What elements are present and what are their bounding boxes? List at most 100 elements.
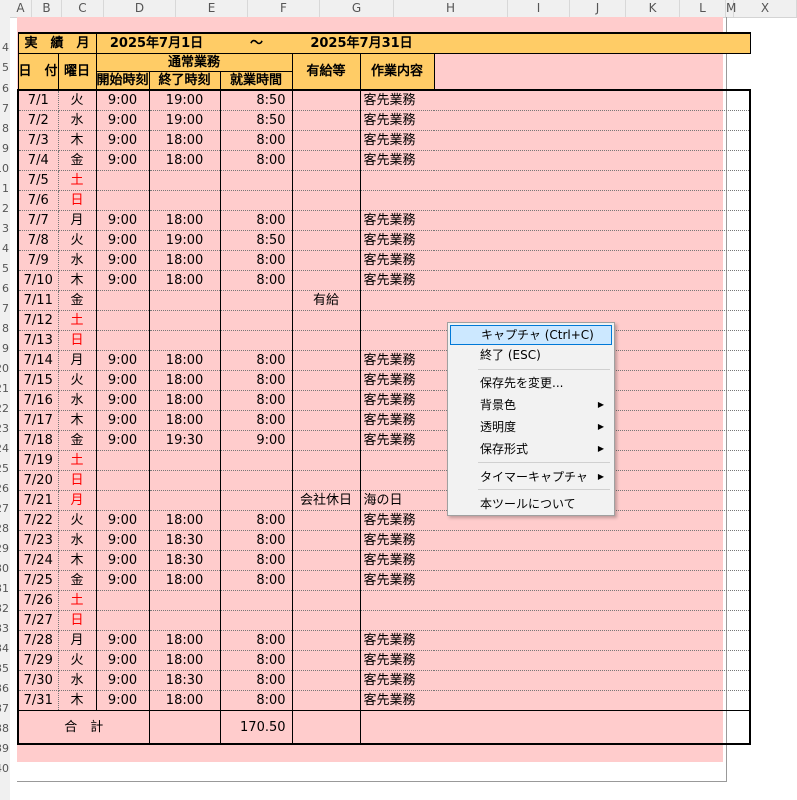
weekday-cell[interactable]: 金 bbox=[57, 290, 97, 311]
date-cell[interactable]: 7/8 bbox=[16, 230, 59, 251]
date-cell[interactable]: 7/24 bbox=[16, 550, 59, 571]
row-header[interactable]: 22 bbox=[0, 403, 9, 415]
total-start-cell[interactable] bbox=[148, 710, 221, 745]
end-time-cell[interactable] bbox=[148, 610, 221, 631]
weekday-cell[interactable]: 木 bbox=[57, 130, 97, 151]
leave-cell[interactable] bbox=[291, 310, 361, 331]
row-header[interactable]: 5 bbox=[2, 62, 9, 74]
end-time-cell[interactable] bbox=[148, 190, 221, 211]
work-hours-cell[interactable]: 8:00 bbox=[219, 530, 293, 551]
date-cell[interactable]: 7/28 bbox=[16, 630, 59, 651]
work-hours-cell[interactable]: 8:50 bbox=[219, 110, 293, 131]
row-header[interactable]: 34 bbox=[0, 643, 9, 655]
weekday-cell[interactable]: 日 bbox=[57, 610, 97, 631]
weekday-cell[interactable]: 水 bbox=[57, 390, 97, 411]
date-cell[interactable]: 7/10 bbox=[16, 270, 59, 291]
column-header[interactable]: L bbox=[680, 0, 726, 17]
row-header[interactable]: 31 bbox=[0, 583, 9, 595]
column-header[interactable]: H bbox=[394, 0, 508, 17]
end-time-cell[interactable]: 18:00 bbox=[148, 270, 221, 291]
end-time-cell[interactable]: 18:00 bbox=[148, 130, 221, 151]
total-work-cell[interactable] bbox=[359, 710, 752, 745]
work-content-cell[interactable]: 客先業務 bbox=[359, 690, 752, 711]
work-hours-cell[interactable] bbox=[219, 610, 293, 631]
row-header[interactable]: 9 bbox=[2, 343, 9, 355]
leave-cell[interactable] bbox=[291, 170, 361, 191]
row-header[interactable]: 3 bbox=[2, 223, 9, 235]
row-header[interactable]: 8 bbox=[2, 323, 9, 335]
work-hours-cell[interactable]: 8:00 bbox=[219, 210, 293, 231]
weekday-cell[interactable]: 木 bbox=[57, 690, 97, 711]
weekday-cell[interactable]: 月 bbox=[57, 210, 97, 231]
end-time-cell[interactable]: 18:30 bbox=[148, 530, 221, 551]
date-cell[interactable]: 7/25 bbox=[16, 570, 59, 591]
row-header[interactable]: 29 bbox=[0, 543, 9, 555]
work-hours-cell[interactable] bbox=[219, 590, 293, 611]
menu-item-timer-capture[interactable]: タイマーキャプチャ ▶ bbox=[450, 467, 612, 487]
start-time-cell[interactable] bbox=[95, 170, 150, 191]
date-cell[interactable]: 7/4 bbox=[16, 150, 59, 171]
row-header[interactable]: 21 bbox=[0, 383, 9, 395]
work-content-cell[interactable]: 客先業務 bbox=[359, 230, 752, 251]
end-time-cell[interactable]: 19:00 bbox=[148, 230, 221, 251]
start-time-cell[interactable]: 9:00 bbox=[95, 210, 150, 231]
row-header[interactable]: 2 bbox=[2, 203, 9, 215]
date-cell[interactable]: 7/15 bbox=[16, 370, 59, 391]
menu-item-about[interactable]: 本ツールについて bbox=[450, 494, 612, 514]
leave-cell[interactable] bbox=[291, 250, 361, 271]
leave-cell[interactable] bbox=[291, 190, 361, 211]
start-time-cell[interactable] bbox=[95, 490, 150, 511]
date-cell[interactable]: 7/9 bbox=[16, 250, 59, 271]
leave-cell[interactable] bbox=[291, 150, 361, 171]
leave-cell[interactable] bbox=[291, 570, 361, 591]
total-leave-cell[interactable] bbox=[291, 710, 361, 745]
work-content-cell[interactable]: 客先業務 bbox=[359, 570, 752, 591]
start-time-cell[interactable]: 9:00 bbox=[95, 510, 150, 531]
end-time-cell[interactable] bbox=[148, 450, 221, 471]
column-header[interactable]: D bbox=[104, 0, 176, 17]
weekday-cell[interactable]: 金 bbox=[57, 430, 97, 451]
date-cell[interactable]: 7/23 bbox=[16, 530, 59, 551]
start-time-cell[interactable]: 9:00 bbox=[95, 690, 150, 711]
end-time-cell[interactable]: 18:00 bbox=[148, 630, 221, 651]
end-time-cell[interactable]: 18:00 bbox=[148, 650, 221, 671]
row-header[interactable]: 32 bbox=[0, 603, 9, 615]
start-time-cell[interactable]: 9:00 bbox=[95, 390, 150, 411]
column-header[interactable]: F bbox=[248, 0, 320, 17]
date-cell[interactable]: 7/16 bbox=[16, 390, 59, 411]
weekday-cell[interactable]: 土 bbox=[57, 170, 97, 191]
row-header[interactable]: 5 bbox=[2, 263, 9, 275]
date-cell[interactable]: 7/1 bbox=[16, 89, 59, 111]
date-cell[interactable]: 7/18 bbox=[16, 430, 59, 451]
leave-cell[interactable] bbox=[291, 650, 361, 671]
work-content-cell[interactable]: 客先業務 bbox=[359, 650, 752, 671]
weekday-cell[interactable]: 土 bbox=[57, 590, 97, 611]
row-header[interactable]: 4 bbox=[2, 243, 9, 255]
date-cell[interactable]: 7/3 bbox=[16, 130, 59, 151]
start-time-cell[interactable] bbox=[95, 470, 150, 491]
row-header[interactable]: 25 bbox=[0, 463, 9, 475]
row-header[interactable]: 37 bbox=[0, 703, 9, 715]
end-time-cell[interactable] bbox=[148, 590, 221, 611]
weekday-cell[interactable]: 木 bbox=[57, 550, 97, 571]
menu-item-background-color[interactable]: 背景色 ▶ bbox=[450, 395, 612, 415]
work-content-cell[interactable]: 客先業務 bbox=[359, 210, 752, 231]
row-header[interactable]: 33 bbox=[0, 623, 9, 635]
start-time-cell[interactable]: 9:00 bbox=[95, 630, 150, 651]
end-time-cell[interactable]: 18:00 bbox=[148, 390, 221, 411]
work-content-cell[interactable] bbox=[359, 170, 752, 191]
row-header[interactable]: 36 bbox=[0, 683, 9, 695]
weekday-cell[interactable]: 火 bbox=[57, 510, 97, 531]
leave-cell[interactable] bbox=[291, 130, 361, 151]
work-content-cell[interactable] bbox=[359, 590, 752, 611]
date-cell[interactable]: 7/20 bbox=[16, 470, 59, 491]
date-cell[interactable]: 7/2 bbox=[16, 110, 59, 131]
end-time-cell[interactable]: 18:30 bbox=[148, 670, 221, 691]
start-time-cell[interactable]: 9:00 bbox=[95, 250, 150, 271]
weekday-cell[interactable]: 水 bbox=[57, 670, 97, 691]
start-time-cell[interactable] bbox=[95, 290, 150, 311]
column-header[interactable]: E bbox=[176, 0, 248, 17]
weekday-cell[interactable]: 土 bbox=[57, 450, 97, 471]
menu-item-exit[interactable]: 終了 (ESC) bbox=[450, 345, 612, 365]
work-content-cell[interactable]: 客先業務 bbox=[359, 110, 752, 131]
